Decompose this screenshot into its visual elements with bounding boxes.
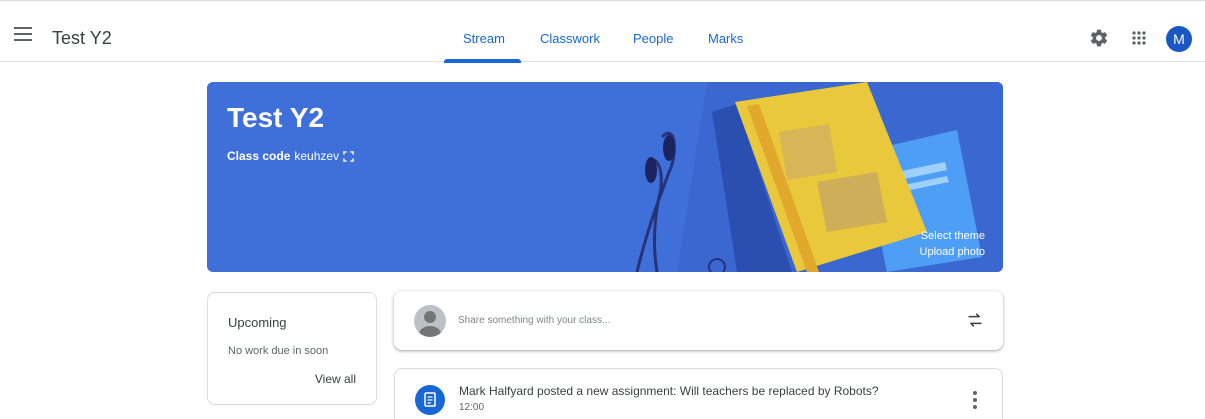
user-avatar-icon bbox=[414, 305, 446, 337]
class-title[interactable]: Test Y2 bbox=[52, 27, 112, 49]
view-all-button[interactable]: View all bbox=[315, 372, 356, 386]
select-theme-link[interactable]: Select theme bbox=[921, 230, 985, 242]
stream-post[interactable]: Mark Halfyard posted a new assignment: W… bbox=[394, 368, 1003, 419]
tab-marks[interactable]: Marks bbox=[708, 31, 743, 46]
more-options-icon[interactable] bbox=[972, 391, 978, 409]
class-code-label: Class code bbox=[227, 149, 291, 163]
upcoming-card: Upcoming No work due in soon View all bbox=[207, 292, 377, 405]
share-input[interactable]: Share something with your class... bbox=[458, 315, 610, 326]
banner-title: Test Y2 bbox=[227, 102, 325, 133]
post-time: 12:00 bbox=[459, 402, 485, 413]
active-tab-indicator bbox=[444, 59, 521, 63]
settings-icon[interactable] bbox=[1089, 28, 1109, 48]
class-code-value: keuhzev bbox=[294, 149, 340, 163]
fullscreen-icon[interactable] bbox=[343, 150, 354, 162]
menu-icon[interactable] bbox=[14, 27, 32, 41]
tab-stream[interactable]: Stream bbox=[463, 31, 505, 46]
upcoming-empty-text: No work due in soon bbox=[228, 345, 329, 357]
account-avatar[interactable]: M bbox=[1166, 26, 1192, 52]
share-box[interactable]: Share something with your class... bbox=[394, 291, 1003, 350]
upload-photo-link[interactable]: Upload photo bbox=[920, 246, 985, 258]
tab-people[interactable]: People bbox=[633, 31, 673, 46]
upcoming-title: Upcoming bbox=[228, 315, 287, 330]
top-app-bar: Test Y2 Stream Classwork People Marks M bbox=[0, 0, 1205, 63]
class-code: Class code keuhzev bbox=[227, 149, 354, 163]
apps-grid-icon[interactable] bbox=[1129, 28, 1149, 48]
tab-classwork[interactable]: Classwork bbox=[540, 31, 600, 46]
class-banner: Test Y2 Class code keuhzev Select theme … bbox=[207, 82, 1003, 272]
banner-illustration bbox=[635, 82, 1003, 272]
assignment-icon bbox=[415, 385, 445, 415]
repost-icon[interactable] bbox=[965, 310, 985, 330]
post-title[interactable]: Mark Halfyard posted a new assignment: W… bbox=[459, 384, 879, 398]
